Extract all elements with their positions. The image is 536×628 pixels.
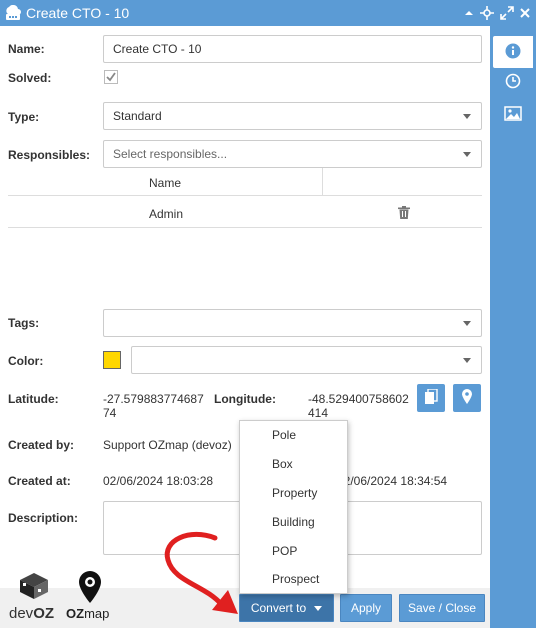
tab-history[interactable] — [495, 66, 531, 98]
created-by-label: Created by: — [8, 438, 75, 452]
menu-item-building[interactable]: Building — [240, 508, 347, 537]
longitude-value-line1: -48.529400758602 — [308, 392, 409, 406]
ozmap-logo: OZmap — [66, 568, 114, 622]
ozmap-text-light: map — [84, 606, 110, 621]
chevron-up-icon[interactable] — [462, 6, 476, 20]
save-close-label: Save / Close — [407, 601, 477, 615]
color-swatch[interactable] — [103, 351, 121, 369]
tags-label: Tags: — [8, 316, 40, 330]
trash-icon[interactable] — [398, 206, 410, 219]
image-icon — [504, 106, 522, 124]
longitude-label: Longitude: — [214, 392, 276, 406]
window-title: Create CTO - 10 — [26, 5, 130, 21]
type-value: Standard — [113, 109, 162, 123]
menu-item-prospect[interactable]: Prospect — [240, 565, 347, 594]
tab-info[interactable] — [493, 36, 533, 68]
convert-to-menu: Pole Box Property Building POP Prospect — [239, 420, 348, 594]
solved-label: Solved: — [8, 71, 52, 85]
checkbox-icon — [104, 70, 118, 87]
cto-icon — [4, 4, 22, 21]
latitude-label: Latitude: — [8, 392, 59, 406]
clock-icon — [505, 73, 521, 92]
column-header-name: Name — [149, 176, 182, 190]
chevron-down-icon — [463, 358, 471, 363]
chevron-down-icon — [314, 605, 323, 611]
updated-at-value: 02/06/2024 18:34:54 — [337, 474, 448, 488]
chevron-down-icon — [463, 152, 471, 157]
solved-checkbox[interactable] — [104, 70, 118, 87]
devoz-text-bold: OZ — [33, 605, 55, 622]
apply-label: Apply — [350, 601, 382, 615]
responsibles-select[interactable]: Select responsibles... — [103, 140, 482, 168]
column-divider — [322, 168, 323, 196]
convert-to-label: Convert to — [250, 601, 307, 615]
longitude-value-line2: 414 — [308, 406, 329, 420]
responsibles-placeholder: Select responsibles... — [113, 147, 228, 161]
tab-images[interactable] — [495, 99, 531, 131]
responsibles-label: Responsibles: — [8, 148, 91, 162]
devoz-text-light: dev — [9, 605, 34, 622]
close-icon[interactable] — [518, 6, 532, 20]
responsibles-table-header: Name — [8, 168, 482, 196]
chevron-down-icon — [463, 321, 471, 326]
convert-to-button[interactable]: Convert to — [239, 594, 334, 622]
devoz-logo: devOZ — [9, 572, 57, 622]
description-label: Description: — [8, 511, 79, 525]
created-at-value: 02/06/2024 18:03:28 — [103, 474, 214, 488]
apply-button[interactable]: Apply — [340, 594, 392, 622]
type-select[interactable]: Standard — [103, 102, 482, 130]
name-field[interactable]: Create CTO - 10 — [103, 35, 482, 63]
color-label: Color: — [8, 354, 44, 368]
map-pin-icon — [462, 389, 472, 407]
name-label: Name: — [8, 42, 45, 56]
tags-select[interactable] — [103, 309, 482, 337]
latitude-value-line1: -27.579883774687 — [103, 392, 204, 406]
color-select[interactable] — [131, 346, 482, 374]
menu-item-pole[interactable]: Pole — [240, 421, 347, 450]
menu-item-box[interactable]: Box — [240, 450, 347, 479]
created-at-label: Created at: — [8, 474, 71, 488]
move-icon[interactable] — [480, 6, 494, 20]
menu-item-pop[interactable]: POP — [240, 537, 347, 566]
chevron-down-icon — [463, 114, 471, 119]
table-row: Admin — [8, 198, 482, 228]
responsible-name: Admin — [149, 207, 184, 221]
annotation-arrow-icon — [164, 531, 238, 614]
info-icon — [505, 43, 521, 62]
created-by-value: Support OZmap (devoz) — [103, 438, 232, 452]
latitude-value-line2: 74 — [103, 406, 117, 420]
name-value: Create CTO - 10 — [113, 42, 202, 56]
window-titlebar: Create CTO - 10 — [0, 0, 536, 26]
type-label: Type: — [8, 110, 40, 124]
save-close-button[interactable]: Save / Close — [399, 594, 485, 622]
copy-icon — [424, 387, 438, 408]
ozmap-text-bold: OZ — [66, 606, 85, 621]
expand-icon[interactable] — [500, 6, 514, 20]
menu-item-property[interactable]: Property — [240, 479, 347, 508]
locate-on-map-button[interactable] — [453, 384, 481, 412]
side-panel-tabs — [490, 26, 536, 628]
copy-coordinates-button[interactable] — [417, 384, 445, 412]
